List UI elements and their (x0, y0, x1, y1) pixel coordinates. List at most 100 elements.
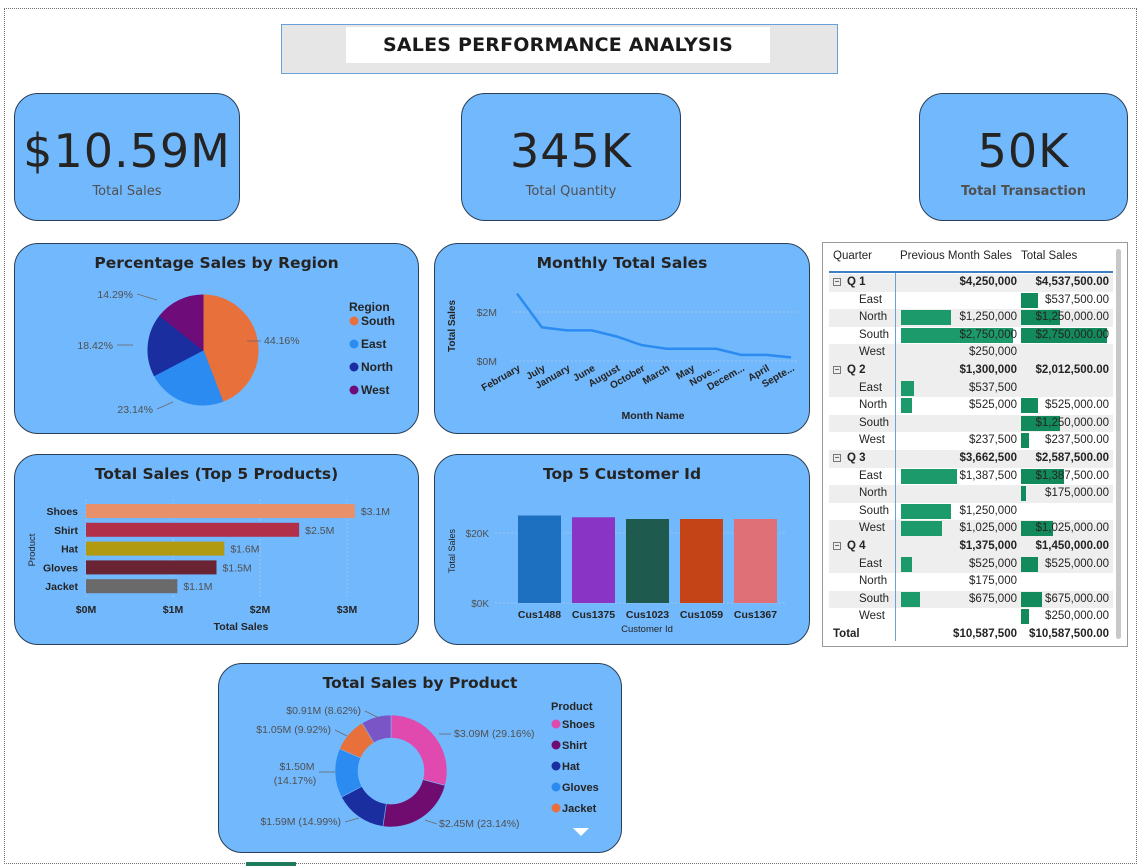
cell-quarter: − Q 1 (833, 276, 866, 288)
cell-label: East (859, 293, 883, 306)
collapse-icon[interactable]: − (833, 366, 841, 374)
pie-leader-line (136, 293, 158, 301)
region-pie-chart: 44.16% 23.14% 18.42% 14.29% RegionSouth East N… (77, 289, 395, 416)
y-axis-title: Total Sales (447, 300, 458, 352)
x-tick-label: $2M (250, 604, 271, 616)
kpi-value: $10.59M (23, 124, 231, 178)
y-tick-label: $0M (477, 356, 497, 368)
kpi-label: Total Quantity (525, 184, 617, 199)
cell-quarter: East (859, 294, 882, 306)
header-previous-month-sales[interactable]: Previous Month Sales (900, 250, 1012, 262)
table-row[interactable]: East $1,387,500 $1,387,500.00 (829, 468, 1113, 486)
y-tick-label: Jacket (45, 581, 78, 593)
cell-previous-month-sales: $537,500 (969, 381, 1017, 394)
cell-label: East (859, 381, 883, 394)
header-quarter[interactable]: Quarter (833, 250, 872, 262)
legend-item-jacket: Jacket (562, 803, 597, 815)
cell-quarter: West (859, 522, 885, 534)
x-tick-label: Cus1375 (572, 609, 615, 621)
y-tick-label: $20K (466, 529, 490, 540)
quarter-matrix-table[interactable]: Quarter Previous Month Sales Total Sales… (822, 242, 1128, 647)
cell-previous-month-sales: $1,387,500 (959, 469, 1017, 482)
table-row[interactable]: North $175,000 (829, 573, 1113, 591)
cell-total-sales: $2,012,500.00 (1035, 364, 1109, 376)
bar-cus1059 (680, 519, 723, 603)
top-customers-card[interactable]: Top 5 Customer Id $20K $0K Cus1488 Cus1375 C… (434, 454, 810, 645)
donut-leader-line (334, 729, 348, 737)
kpi-card-total-transaction[interactable]: 50K Total Transaction (919, 93, 1128, 221)
y-tick-label: Shirt (54, 525, 78, 537)
table-row[interactable]: North $175,000.00 (829, 485, 1113, 503)
table-row[interactable]: South $1,250,000.00 (829, 414, 1113, 433)
cell-previous-month-sales: $1,375,000 (959, 540, 1017, 552)
page-title: SALES PERFORMANCE ANALYSIS (346, 27, 770, 63)
cell-quarter: East (859, 470, 882, 482)
header-total-sales[interactable]: Total Sales (1021, 250, 1077, 262)
table-row[interactable]: West $1,025,000 $1,025,000.00 (829, 520, 1113, 538)
table-row[interactable]: East $537,500.00 (829, 292, 1113, 310)
data-bar (1021, 292, 1039, 308)
product-donut-card[interactable]: Total Sales by Product $3.09M (29.16%) $2… (218, 663, 622, 853)
table-scrollbar[interactable] (1116, 249, 1121, 639)
data-bar (1021, 591, 1042, 607)
table-row[interactable]: North $525,000 $525,000.00 (829, 397, 1113, 415)
bar-data-label: $3.1M (361, 506, 390, 518)
cell-quarter: Total (833, 628, 860, 640)
table-quarter-row[interactable]: − Q 1 $4,250,000 $4,537,500.00 (829, 274, 1113, 292)
table-row[interactable]: West $237,500 $237,500.00 (829, 432, 1113, 450)
donut-data-label: $0.91M (8.62%) (286, 705, 361, 717)
bar-cus1367 (734, 519, 777, 603)
table-quarter-row[interactable]: − Q 2 $1,300,000 $2,012,500.00 (829, 362, 1113, 380)
cell-quarter: − Q 3 (833, 452, 866, 464)
donut-slice-shirt (382, 779, 446, 828)
cell-label: North (859, 399, 888, 412)
pie-leader-line (156, 401, 174, 410)
page-tab-indicator[interactable] (246, 862, 296, 866)
y-tick-label: $2M (477, 307, 497, 319)
legend-marker (551, 782, 561, 792)
table-row[interactable]: North $1,250,000 $1,250,000.00 (829, 309, 1113, 327)
table-row[interactable]: South $2,750,000 $2,750,000.00 (829, 327, 1113, 345)
table-row[interactable]: East $537,500 (829, 379, 1113, 398)
table-row[interactable]: South $675,000 $675,000.00 (829, 590, 1113, 609)
table-quarter-row[interactable]: − Q 4 $1,375,000 $1,450,000.00 (829, 538, 1113, 556)
cell-total-sales: $1,450,000.00 (1035, 540, 1109, 552)
cell-label: West (859, 522, 885, 535)
cell-quarter: West (859, 610, 885, 622)
cell-label: South (859, 504, 890, 517)
top-products-card[interactable]: Total Sales (Top 5 Products) $0M $1M $2M $3… (14, 454, 419, 645)
monthly-line-chart: $2M$0MFebruary JulyJanuary JuneAugustOctob… (447, 292, 799, 422)
cell-previous-month-sales: $237,500 (969, 434, 1017, 447)
donut-leader-line (424, 819, 438, 825)
table-total-row[interactable]: Total $10,587,500 $10,587,500.00 (829, 626, 1113, 644)
y-axis-title: Total Sales (447, 528, 457, 573)
monthly-sales-card[interactable]: Monthly Total Sales $2M $0M February July Ja… (434, 243, 810, 434)
y-tick-label: Hat (61, 544, 78, 556)
cell-label: North (859, 487, 888, 500)
cell-total-sales: $525,000.00 (1045, 557, 1109, 570)
cell-label: West (859, 434, 885, 447)
legend-marker (551, 719, 561, 729)
collapse-icon[interactable]: − (833, 278, 841, 286)
x-tick-label: Cus1367 (734, 609, 777, 621)
table-row[interactable]: East $525,000 $525,000.00 (829, 555, 1113, 574)
collapse-icon[interactable]: − (833, 542, 841, 550)
cell-previous-month-sales: $525,000 (969, 557, 1017, 570)
cell-quarter: East (859, 382, 882, 394)
collapse-icon[interactable]: − (833, 454, 841, 462)
cell-quarter: North (859, 399, 887, 411)
cell-label: Total (833, 628, 860, 640)
table-quarter-row[interactable]: − Q 3 $3,662,500 $2,587,500.00 (829, 450, 1113, 468)
table-row[interactable]: West $250,000 (829, 344, 1113, 362)
legend-scroll-down-icon[interactable] (573, 828, 589, 836)
table-row[interactable]: South $1,250,000 (829, 503, 1113, 521)
table-row[interactable]: West $250,000.00 (829, 608, 1113, 626)
region-pie-card[interactable]: Percentage Sales by Region 44.16% 23.14% 1… (14, 243, 419, 434)
cell-label: South (859, 328, 890, 341)
kpi-card-total-sales[interactable]: $10.59M Total Sales (14, 93, 240, 221)
kpi-card-total-quantity[interactable]: 345K Total Quantity (461, 93, 681, 221)
legend-item-hat: Hat (562, 761, 580, 773)
header-divider (829, 271, 1113, 273)
cell-total-sales: $10,587,500.00 (1029, 628, 1109, 640)
legend-title: Region (349, 300, 390, 314)
